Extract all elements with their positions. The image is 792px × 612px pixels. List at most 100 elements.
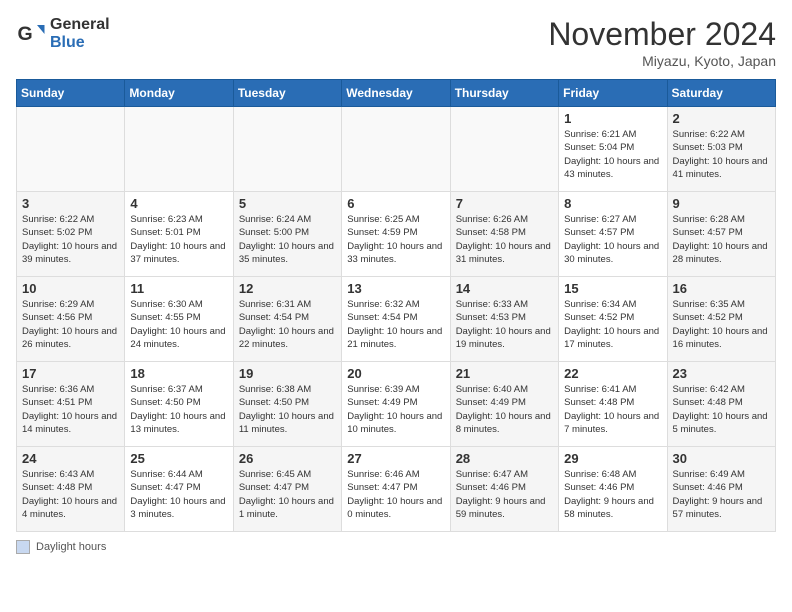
day-info: Sunrise: 6:44 AM Sunset: 4:47 PM Dayligh… xyxy=(130,468,227,521)
col-thursday: Thursday xyxy=(450,80,558,107)
day-number: 4 xyxy=(130,196,227,211)
day-number: 1 xyxy=(564,111,661,126)
cell-w4-d0: 24 Sunrise: 6:43 AM Sunset: 4:48 PM Dayli… xyxy=(17,447,125,532)
day-info: Sunrise: 6:35 AM Sunset: 4:52 PM Dayligh… xyxy=(673,298,770,351)
day-info: Sunrise: 6:43 AM Sunset: 4:48 PM Dayligh… xyxy=(22,468,119,521)
cell-w2-d2: 12 Sunrise: 6:31 AM Sunset: 4:54 PM Dayli… xyxy=(233,277,341,362)
day-number: 24 xyxy=(22,451,119,466)
day-number: 10 xyxy=(22,281,119,296)
day-number: 18 xyxy=(130,366,227,381)
day-info: Sunrise: 6:47 AM Sunset: 4:46 PM Dayligh… xyxy=(456,468,553,521)
day-number: 3 xyxy=(22,196,119,211)
cell-w4-d1: 25 Sunrise: 6:44 AM Sunset: 4:47 PM Dayli… xyxy=(125,447,233,532)
cell-w1-d6: 9 Sunrise: 6:28 AM Sunset: 4:57 PM Daylig… xyxy=(667,192,775,277)
day-info: Sunrise: 6:36 AM Sunset: 4:51 PM Dayligh… xyxy=(22,383,119,436)
col-monday: Monday xyxy=(125,80,233,107)
week-row-2: 10 Sunrise: 6:29 AM Sunset: 4:56 PM Dayli… xyxy=(17,277,776,362)
cell-w2-d0: 10 Sunrise: 6:29 AM Sunset: 4:56 PM Dayli… xyxy=(17,277,125,362)
calendar-title: November 2024 xyxy=(548,16,776,53)
cell-w0-d2 xyxy=(233,107,341,192)
day-number: 17 xyxy=(22,366,119,381)
cell-w4-d2: 26Sunrise: 6:45 AM Sunset: 4:47 PM Dayli… xyxy=(233,447,341,532)
cell-w0-d5: 1 Sunrise: 6:21 AM Sunset: 5:04 PM Daylig… xyxy=(559,107,667,192)
day-info: Sunrise: 6:31 AM Sunset: 4:54 PM Dayligh… xyxy=(239,298,336,351)
day-number: 30 xyxy=(673,451,770,466)
logo-blue: Blue xyxy=(50,34,85,51)
day-number: 20 xyxy=(347,366,444,381)
week-row-1: 3 Sunrise: 6:22 AM Sunset: 5:02 PM Daylig… xyxy=(17,192,776,277)
cell-w4-d3: 27 Sunrise: 6:46 AM Sunset: 4:47 PM Dayli… xyxy=(342,447,450,532)
legend-box xyxy=(16,540,30,554)
day-info: Sunrise: 6:23 AM Sunset: 5:01 PM Dayligh… xyxy=(130,213,227,266)
day-number: 13 xyxy=(347,281,444,296)
day-number: 28 xyxy=(456,451,553,466)
day-info: Sunrise: 6:48 AM Sunset: 4:46 PM Dayligh… xyxy=(564,468,661,521)
cell-w2-d1: 11Sunrise: 6:30 AM Sunset: 4:55 PM Dayli… xyxy=(125,277,233,362)
day-info: Sunrise: 6:30 AM Sunset: 4:55 PM Dayligh… xyxy=(130,298,227,351)
cell-w1-d0: 3 Sunrise: 6:22 AM Sunset: 5:02 PM Daylig… xyxy=(17,192,125,277)
day-number: 5 xyxy=(239,196,336,211)
calendar-table: Sunday Monday Tuesday Wednesday Thursday… xyxy=(16,79,776,532)
logo-icon: G xyxy=(16,19,46,49)
day-number: 15 xyxy=(564,281,661,296)
svg-text:G: G xyxy=(18,23,33,45)
page-header: G General Blue November 2024 Miyazu, Kyo… xyxy=(16,16,776,69)
day-info: Sunrise: 6:25 AM Sunset: 4:59 PM Dayligh… xyxy=(347,213,444,266)
day-info: Sunrise: 6:45 AM Sunset: 4:47 PM Dayligh… xyxy=(239,468,336,521)
col-friday: Friday xyxy=(559,80,667,107)
day-info: Sunrise: 6:22 AM Sunset: 5:02 PM Dayligh… xyxy=(22,213,119,266)
cell-w0-d0 xyxy=(17,107,125,192)
cell-w2-d5: 15Sunrise: 6:34 AM Sunset: 4:52 PM Dayli… xyxy=(559,277,667,362)
day-info: Sunrise: 6:37 AM Sunset: 4:50 PM Dayligh… xyxy=(130,383,227,436)
day-info: Sunrise: 6:27 AM Sunset: 4:57 PM Dayligh… xyxy=(564,213,661,266)
day-number: 12 xyxy=(239,281,336,296)
day-number: 27 xyxy=(347,451,444,466)
day-number: 22 xyxy=(564,366,661,381)
week-row-0: 1 Sunrise: 6:21 AM Sunset: 5:04 PM Daylig… xyxy=(17,107,776,192)
day-info: Sunrise: 6:33 AM Sunset: 4:53 PM Dayligh… xyxy=(456,298,553,351)
day-info: Sunrise: 6:29 AM Sunset: 4:56 PM Dayligh… xyxy=(22,298,119,351)
cell-w2-d3: 13 Sunrise: 6:32 AM Sunset: 4:54 PM Dayli… xyxy=(342,277,450,362)
cell-w1-d1: 4 Sunrise: 6:23 AM Sunset: 5:01 PM Daylig… xyxy=(125,192,233,277)
day-info: Sunrise: 6:38 AM Sunset: 4:50 PM Dayligh… xyxy=(239,383,336,436)
cell-w2-d4: 14 Sunrise: 6:33 AM Sunset: 4:53 PM Dayli… xyxy=(450,277,558,362)
week-row-3: 17 Sunrise: 6:36 AM Sunset: 4:51 PM Dayli… xyxy=(17,362,776,447)
day-info: Sunrise: 6:26 AM Sunset: 4:58 PM Dayligh… xyxy=(456,213,553,266)
day-number: 29 xyxy=(564,451,661,466)
cell-w3-d5: 22 Sunrise: 6:41 AM Sunset: 4:48 PM Dayli… xyxy=(559,362,667,447)
day-number: 14 xyxy=(456,281,553,296)
day-info: Sunrise: 6:41 AM Sunset: 4:48 PM Dayligh… xyxy=(564,383,661,436)
day-info: Sunrise: 6:40 AM Sunset: 4:49 PM Dayligh… xyxy=(456,383,553,436)
cell-w3-d6: 23 Sunrise: 6:42 AM Sunset: 4:48 PM Dayli… xyxy=(667,362,775,447)
cell-w4-d5: 29 Sunrise: 6:48 AM Sunset: 4:46 PM Dayli… xyxy=(559,447,667,532)
day-number: 7 xyxy=(456,196,553,211)
day-info: Sunrise: 6:21 AM Sunset: 5:04 PM Dayligh… xyxy=(564,128,661,181)
cell-w3-d0: 17 Sunrise: 6:36 AM Sunset: 4:51 PM Dayli… xyxy=(17,362,125,447)
cell-w0-d4 xyxy=(450,107,558,192)
cell-w1-d3: 6Sunrise: 6:25 AM Sunset: 4:59 PM Daylig… xyxy=(342,192,450,277)
legend: Daylight hours xyxy=(16,540,776,554)
day-info: Sunrise: 6:28 AM Sunset: 4:57 PM Dayligh… xyxy=(673,213,770,266)
day-info: Sunrise: 6:24 AM Sunset: 5:00 PM Dayligh… xyxy=(239,213,336,266)
day-info: Sunrise: 6:42 AM Sunset: 4:48 PM Dayligh… xyxy=(673,383,770,436)
week-row-4: 24 Sunrise: 6:43 AM Sunset: 4:48 PM Dayli… xyxy=(17,447,776,532)
cell-w0-d3 xyxy=(342,107,450,192)
day-info: Sunrise: 6:49 AM Sunset: 4:46 PM Dayligh… xyxy=(673,468,770,521)
logo-general: General xyxy=(50,16,110,33)
cell-w3-d1: 18 Sunrise: 6:37 AM Sunset: 4:50 PM Dayli… xyxy=(125,362,233,447)
col-tuesday: Tuesday xyxy=(233,80,341,107)
day-number: 2 xyxy=(673,111,770,126)
day-number: 23 xyxy=(673,366,770,381)
legend-label: Daylight hours xyxy=(36,541,106,553)
cell-w4-d4: 28 Sunrise: 6:47 AM Sunset: 4:46 PM Dayli… xyxy=(450,447,558,532)
day-number: 9 xyxy=(673,196,770,211)
day-number: 19 xyxy=(239,366,336,381)
cell-w2-d6: 16Sunrise: 6:35 AM Sunset: 4:52 PM Dayli… xyxy=(667,277,775,362)
day-info: Sunrise: 6:46 AM Sunset: 4:47 PM Dayligh… xyxy=(347,468,444,521)
day-info: Sunrise: 6:32 AM Sunset: 4:54 PM Dayligh… xyxy=(347,298,444,351)
calendar-header-row: Sunday Monday Tuesday Wednesday Thursday… xyxy=(17,80,776,107)
day-number: 21 xyxy=(456,366,553,381)
cell-w4-d6: 30 Sunrise: 6:49 AM Sunset: 4:46 PM Dayli… xyxy=(667,447,775,532)
day-number: 25 xyxy=(130,451,227,466)
cell-w1-d4: 7 Sunrise: 6:26 AM Sunset: 4:58 PM Daylig… xyxy=(450,192,558,277)
